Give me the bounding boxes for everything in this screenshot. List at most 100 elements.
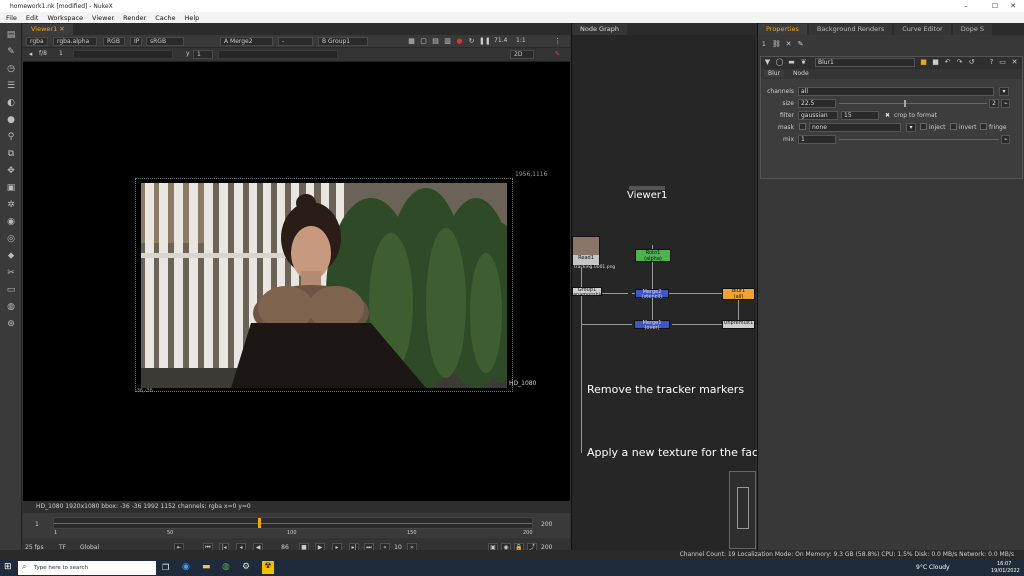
- size-slider[interactable]: [839, 103, 987, 104]
- menu-render[interactable]: Render: [123, 14, 146, 22]
- gamma-slider[interactable]: [218, 50, 338, 59]
- weather-widget[interactable]: 9°C Cloudy: [916, 564, 950, 571]
- roto-node[interactable]: Roto1 (alpha): [635, 249, 671, 262]
- taskbar-search-input[interactable]: Type here to search: [18, 561, 156, 575]
- composite-op-dropdown[interactable]: -: [278, 37, 313, 46]
- group-node[interactable]: Group1 anamorphic: [572, 287, 603, 297]
- display-channels-dropdown[interactable]: RGB: [103, 37, 125, 46]
- toolsets-icon[interactable]: ✂: [5, 267, 17, 279]
- image-tools-icon[interactable]: ▤: [5, 29, 17, 41]
- help-icon[interactable]: ?: [987, 58, 996, 67]
- sticky-note-remove-markers[interactable]: Remove the tracker markers: [587, 383, 744, 396]
- channels-dropdown[interactable]: rgba: [26, 37, 48, 46]
- channel-tools-icon[interactable]: ☰: [5, 80, 17, 92]
- a-input-dropdown[interactable]: A Merge2: [220, 37, 273, 46]
- edit-icon[interactable]: ✎: [796, 40, 805, 49]
- size-field[interactable]: 22.5: [798, 99, 836, 108]
- frame-increment[interactable]: 1: [56, 50, 66, 59]
- 3d-tools-icon[interactable]: ▣: [5, 182, 17, 194]
- navigator-minimap[interactable]: [729, 471, 756, 549]
- color-tools-icon[interactable]: ◐: [5, 97, 17, 109]
- close-all-panels-icon[interactable]: ✕: [784, 40, 793, 49]
- pause-icon[interactable]: ❚❚: [479, 37, 491, 46]
- fringe-checkbox[interactable]: [980, 123, 987, 130]
- settings-icon[interactable]: ⚙: [242, 562, 250, 572]
- channels-menu-icon[interactable]: ▾: [999, 87, 1009, 96]
- inject-checkbox[interactable]: [920, 123, 927, 130]
- zoom-level[interactable]: 71.4: [491, 37, 509, 46]
- read-node[interactable]: Read1: [572, 236, 600, 266]
- undo-icon[interactable]: ↶: [943, 58, 952, 67]
- filter-dropdown[interactable]: gaussian: [798, 111, 838, 120]
- views-tools-icon[interactable]: ◎: [5, 233, 17, 245]
- lock-panels-icon[interactable]: ⛓: [772, 40, 781, 49]
- windows-start-icon[interactable]: ⊞: [4, 562, 12, 572]
- collapse-icon[interactable]: ▼: [763, 58, 772, 67]
- subtab-blur[interactable]: Blur: [764, 70, 785, 77]
- keyer-tools-icon[interactable]: ⚲: [5, 131, 17, 143]
- paint-icon[interactable]: ✎: [553, 50, 562, 59]
- menu-viewer[interactable]: Viewer: [92, 14, 114, 22]
- alpha-channel-dropdown[interactable]: rgba.alpha: [53, 37, 97, 46]
- crop-checkbox[interactable]: ✖: [885, 112, 890, 119]
- mask-overlay-icon[interactable]: ▥: [443, 37, 452, 46]
- mask-checkbox[interactable]: [799, 123, 806, 130]
- menu-help[interactable]: Help: [184, 14, 199, 22]
- clock-date[interactable]: 19/01/2022: [991, 568, 1020, 574]
- gamma-field[interactable]: 1: [193, 50, 213, 59]
- clipping-warning-icon[interactable]: ●: [455, 37, 464, 46]
- invert-checkbox[interactable]: [950, 123, 957, 130]
- menu-edit[interactable]: Edit: [26, 14, 39, 22]
- viewer-node-label[interactable]: Viewer1: [627, 190, 667, 201]
- clock-time[interactable]: 16:07: [997, 561, 1011, 567]
- close-button[interactable]: ✕: [1002, 0, 1024, 12]
- tab-background-renders[interactable]: Background Renders: [808, 24, 893, 35]
- size-count[interactable]: 2: [989, 99, 999, 108]
- mask-dropdown[interactable]: none: [809, 123, 901, 132]
- overlay-icon[interactable]: ▤: [431, 37, 440, 46]
- menu-cache[interactable]: Cache: [155, 14, 175, 22]
- input-process-toggle[interactable]: IP: [130, 37, 142, 46]
- gain-slider[interactable]: [73, 50, 173, 59]
- merge1-node[interactable]: Merge1 (over): [634, 320, 670, 330]
- other-tools-icon[interactable]: ▭: [5, 284, 17, 296]
- fstop-value[interactable]: f/8: [36, 50, 54, 59]
- tab-viewer1[interactable]: Viewer1 ✕: [23, 24, 73, 35]
- particles-tools-icon[interactable]: ✲: [5, 199, 17, 211]
- node-name-field[interactable]: Blur1: [815, 58, 915, 67]
- view-mode-dropdown[interactable]: 2D: [510, 50, 534, 59]
- merge-tools-icon[interactable]: ⧉: [5, 148, 17, 160]
- sticky-note-new-texture[interactable]: Apply a new texture for the face: [587, 446, 757, 459]
- file-explorer-icon[interactable]: ▬: [202, 562, 211, 572]
- edge-icon[interactable]: ◉: [182, 562, 190, 572]
- close-panel-icon[interactable]: ✕: [1010, 58, 1019, 67]
- tab-node-graph[interactable]: Node Graph: [572, 24, 627, 35]
- cara-vr-tools-icon[interactable]: ⊛: [5, 318, 17, 330]
- mask-menu-icon[interactable]: ▾: [906, 123, 916, 132]
- max-panels-field[interactable]: 1: [762, 41, 766, 48]
- mix-slider[interactable]: [839, 139, 999, 140]
- metadata-tools-icon[interactable]: ⬥: [5, 250, 17, 262]
- revert-icon[interactable]: ↺: [967, 58, 976, 67]
- node-tile-color-icon[interactable]: ■: [919, 58, 928, 67]
- gain-arrows-icon[interactable]: ◂: [26, 50, 35, 59]
- blur-node[interactable]: Blur1 (all): [722, 288, 755, 300]
- tab-dope-sheet[interactable]: Dope S: [952, 24, 993, 35]
- filter-tools-icon[interactable]: ●: [5, 114, 17, 126]
- quality-field[interactable]: 15: [841, 111, 879, 120]
- viewer-canvas[interactable]: 1956,1116 -36,-36 HD_1080: [23, 62, 570, 520]
- draw-tools-icon[interactable]: ✎: [5, 46, 17, 58]
- deep-tools-icon[interactable]: ◉: [5, 216, 17, 228]
- mix-field[interactable]: 1: [798, 135, 836, 144]
- task-view-icon[interactable]: ❐: [162, 563, 169, 572]
- unpremult-node[interactable]: Unpremult1: [722, 320, 755, 329]
- merge2-node[interactable]: Merge2 (stencil): [635, 289, 669, 299]
- channels-dropdown[interactable]: all: [798, 87, 994, 96]
- menu-file[interactable]: File: [6, 14, 17, 22]
- mix-animation-icon[interactable]: ⌁: [1001, 135, 1010, 144]
- size-animation-icon[interactable]: ⌁: [1001, 99, 1010, 108]
- viewer-lut-dropdown[interactable]: sRGB: [146, 37, 184, 46]
- chrome-icon[interactable]: ◍: [222, 562, 230, 572]
- node-graph-panel[interactable]: Node Graph Viewer1 Read1 tracking.0001.p…: [571, 23, 757, 560]
- node-color-icon[interactable]: ◯: [775, 58, 784, 67]
